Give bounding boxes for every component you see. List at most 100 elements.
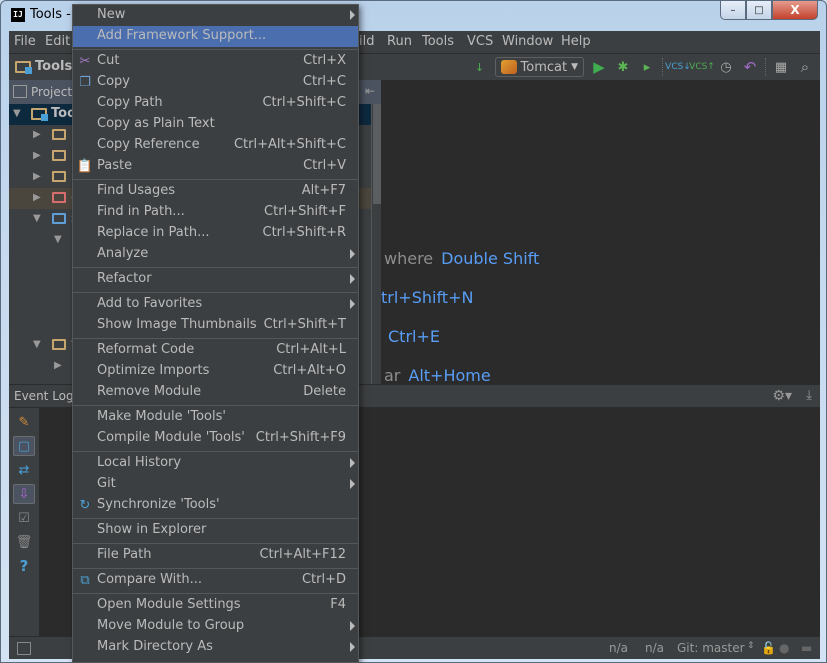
menu-item-analyze[interactable]: Analyze — [73, 244, 358, 265]
history-icon[interactable]: ◷ — [717, 58, 735, 76]
menu-item-shortcut: Ctrl+Shift+R — [262, 225, 347, 240]
soft-wrap-icon[interactable]: ⇄ — [13, 460, 35, 480]
menu-item-label: Reformat Code — [97, 342, 195, 357]
trash-icon[interactable]: 🗑 — [13, 532, 35, 552]
menu-window[interactable]: Window — [502, 34, 553, 49]
menu-item-paste[interactable]: 📋 Paste Ctrl+V — [73, 156, 358, 177]
menu-item-label: File Path — [97, 547, 152, 562]
expand-arrow-icon[interactable]: ▼ — [33, 213, 41, 224]
run-config-select[interactable]: Tomcat ▼ — [494, 57, 584, 77]
menu-item-compile-module-tools[interactable]: Compile Module 'Tools' Ctrl+Shift+F9 — [73, 428, 358, 449]
menu-item-replace-in-path[interactable]: Replace in Path... Ctrl+Shift+R — [73, 223, 358, 244]
menu-file[interactable]: File — [14, 34, 36, 49]
menu-item-copy[interactable]: ❐ Copy Ctrl+C — [73, 72, 358, 93]
menu-item-git[interactable]: Git — [73, 474, 358, 495]
scrollbar-thumb[interactable] — [373, 104, 381, 204]
menu-item-reformat-code[interactable]: Reformat Code Ctrl+Alt+L — [73, 340, 358, 361]
menu-item-synchronize-tools[interactable]: ↻ Synchronize 'Tools' — [73, 495, 358, 516]
submenu-arrow-icon — [350, 621, 355, 631]
settings-wrench-icon[interactable]: ✎ — [13, 412, 35, 432]
menu-item-remove-module[interactable]: Remove Module Delete — [73, 382, 358, 403]
project-tab[interactable]: Project — [31, 85, 72, 99]
menu-item-label: Synchronize 'Tools' — [97, 497, 220, 512]
menu-item-shortcut: Ctrl+Alt+O — [273, 363, 346, 378]
menu-item-show-image-thumbnails[interactable]: Show Image Thumbnails Ctrl+Shift+T — [73, 315, 358, 336]
run-icon[interactable]: ▶ — [590, 58, 608, 76]
menu-item-label: Optimize Imports — [97, 363, 210, 378]
window-title: Tools - — [30, 7, 71, 22]
collapse-arrow-icon[interactable]: ▶ — [33, 129, 41, 140]
collapse-arrow-icon[interactable]: ▶ — [33, 192, 41, 203]
scroll-to-end-icon[interactable]: ⇩ — [13, 484, 35, 504]
hide-panel-icon[interactable]: ⤓ — [806, 388, 812, 403]
folder-icon — [52, 129, 66, 140]
menu-separator — [73, 338, 358, 339]
lock-icon[interactable]: 🔓 — [761, 641, 776, 655]
menu-item-cut[interactable]: ✂ Cut Ctrl+X — [73, 51, 358, 72]
menu-tools[interactable]: Tools — [422, 34, 454, 49]
expand-arrow-icon[interactable]: ▼ — [54, 234, 62, 245]
menu-run[interactable]: Run — [387, 34, 412, 49]
sort-binary-icon[interactable]: ↓ — [471, 58, 489, 76]
menu-item-copy-path[interactable]: Copy Path Ctrl+Shift+C — [73, 93, 358, 114]
menu-item-optimize-imports[interactable]: Optimize Imports Ctrl+Alt+O — [73, 361, 358, 382]
inspector-icon[interactable]: ● — [779, 641, 789, 655]
menu-item-move-module-to-group[interactable]: Move Module to Group — [73, 616, 358, 637]
collapse-arrow-icon[interactable]: ▶ — [33, 171, 41, 182]
web-folder-icon — [52, 339, 66, 350]
menu-item-compare-with[interactable]: ⧉ Compare With... Ctrl+D — [73, 570, 358, 591]
notifications-icon[interactable]: ▬ — [801, 641, 812, 655]
expand-arrow-icon[interactable]: ▼ — [33, 339, 41, 350]
menu-item-label: Local History — [97, 455, 182, 470]
close-button[interactable]: X — [772, 1, 818, 20]
menu-item-refactor[interactable]: Refactor — [73, 269, 358, 290]
hint-key: trl+Shift+N — [381, 288, 474, 307]
menu-item-show-in-explorer[interactable]: Show in Explorer — [73, 520, 358, 541]
vcs-commit-icon[interactable]: VCS↑ — [689, 58, 715, 76]
menu-edit[interactable]: Edit — [45, 34, 70, 49]
menu-item-label: Add to Favorites — [97, 296, 203, 311]
vcs-branch-widget[interactable]: Git: master — [677, 641, 745, 655]
menu-item-label: Add Framework Support... — [97, 28, 267, 43]
menu-build[interactable]: ild — [359, 34, 374, 49]
menu-help[interactable]: Help — [561, 34, 591, 49]
menu-item-label: Analyze — [97, 246, 149, 261]
sync-icon: ↻ — [79, 497, 91, 513]
menu-item-copy-reference[interactable]: Copy Reference Ctrl+Alt+Shift+C — [73, 135, 358, 156]
editor-area: where Double Shift trl+Shift+N Ctrl+E ar A… — [381, 80, 820, 385]
mark-read-icon[interactable]: ☑ — [13, 508, 35, 528]
excluded-folder-icon — [52, 192, 66, 203]
menu-item-open-module-settings[interactable]: Open Module Settings F4 — [73, 595, 358, 616]
gear-icon[interactable]: ⚙▾ — [772, 388, 792, 404]
revert-icon[interactable]: ↶ — [741, 58, 759, 76]
menu-item-add-to-favorites[interactable]: Add to Favorites — [73, 294, 358, 315]
menu-item-find-in-path[interactable]: Find in Path... Ctrl+Shift+F — [73, 202, 358, 223]
collapse-arrow-icon[interactable]: ▶ — [54, 360, 62, 371]
menu-vcs[interactable]: VCS — [467, 34, 493, 49]
maximize-button[interactable]: □ — [746, 1, 772, 20]
minimize-button[interactable]: – — [720, 1, 746, 20]
balloon-icon[interactable]: ▢ — [13, 436, 35, 456]
menu-item-add-framework-support[interactable]: Add Framework Support... — [73, 26, 358, 47]
menu-item-local-history[interactable]: Local History — [73, 453, 358, 474]
expand-arrow-icon[interactable]: ▼ — [13, 108, 21, 119]
menu-item-label: Git — [97, 476, 116, 491]
menu-item-new[interactable]: New — [73, 5, 358, 26]
search-icon[interactable]: ⌕ — [796, 58, 814, 76]
menu-item-make-module-tools[interactable]: Make Module 'Tools' — [73, 407, 358, 428]
help-icon[interactable]: ? — [13, 556, 35, 576]
menu-item-shortcut: Ctrl+D — [301, 572, 346, 587]
menu-item-find-usages[interactable]: Find Usages Alt+F7 — [73, 181, 358, 202]
menu-item-label: Find Usages — [97, 183, 176, 198]
collapse-panel-icon[interactable]: ⇤ — [365, 84, 375, 98]
debug-icon[interactable]: ✱ — [614, 58, 632, 76]
toggle-tool-windows-icon[interactable] — [17, 642, 31, 655]
menu-item-file-path[interactable]: File Path Ctrl+Alt+F12 — [73, 545, 358, 566]
menu-item-copy-as-plain-text[interactable]: Copy as Plain Text — [73, 114, 358, 135]
collapse-arrow-icon[interactable]: ▶ — [33, 150, 41, 161]
vcs-update-icon[interactable]: VCS↓ — [665, 58, 691, 76]
project-structure-icon[interactable]: ▦ — [772, 58, 790, 76]
coverage-icon[interactable]: ▸ — [638, 58, 656, 76]
breadcrumb[interactable]: Tools — [15, 59, 72, 74]
menu-item-mark-directory-as[interactable]: Mark Directory As — [73, 637, 358, 658]
